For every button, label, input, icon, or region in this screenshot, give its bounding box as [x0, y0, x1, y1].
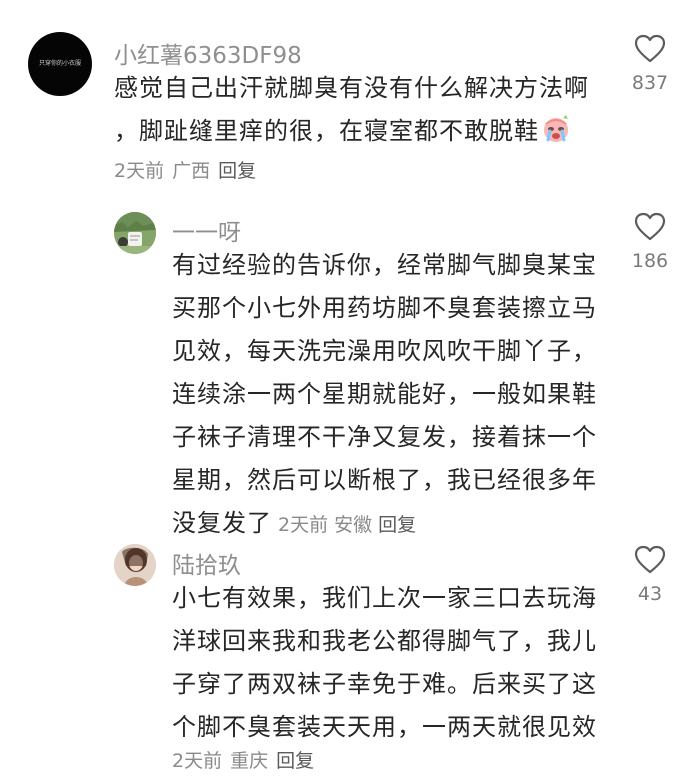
- comment-meta: 2天前 广西 回复: [114, 156, 264, 183]
- comment-text-line: 买那个小七外用药坊脚不臭套装擦立马: [172, 294, 597, 322]
- avatar[interactable]: [114, 212, 156, 254]
- comment-text-line: ，脚趾缝里痒的很，在寝室都不敢脱鞋: [114, 117, 539, 145]
- comment-text: 感觉自己出汗就脚臭有没有什么解决方法啊 ，脚趾缝里痒的很，在寝室都不敢脱鞋: [114, 67, 589, 153]
- like-count: 186: [631, 250, 669, 272]
- like-button[interactable]: 186: [620, 212, 680, 272]
- reply-button[interactable]: 回复: [218, 160, 256, 182]
- username[interactable]: 陆拾玖: [172, 546, 241, 580]
- comment-time: 2天前: [172, 750, 223, 772]
- like-button[interactable]: 43: [620, 545, 680, 605]
- avatar-image: [114, 544, 156, 586]
- avatar-text: 只穿你的小衣服: [38, 60, 81, 67]
- avatar[interactable]: [114, 544, 156, 586]
- comment-text-line: 个脚不臭套装天天用，一两天就很见效: [172, 713, 597, 741]
- comment-text-line: 子袜子清理不干净又复发，接着抹一个: [172, 423, 597, 451]
- avatar-image: [114, 212, 156, 254]
- comment-text-line: 有过经验的告诉你，经常脚气脚臭某宝: [172, 251, 597, 279]
- comment-meta: 2天前 安徽 回复: [278, 514, 422, 536]
- comment-text-line: 连续涂一两个星期就能好，一般如果鞋: [172, 380, 597, 408]
- comment-text-line: 子穿了两双袜子幸免于难。后来买了这: [172, 670, 597, 698]
- comment-location: 安徽: [334, 514, 373, 536]
- like-count: 837: [631, 72, 669, 94]
- comment-text: 小七有效果，我们上次一家三口去玩海 洋球回来我和我老公都得脚气了，我儿 子穿了两…: [172, 577, 597, 749]
- like-button[interactable]: 837: [620, 34, 680, 94]
- comment-meta: 2天前 重庆 回复: [172, 746, 322, 773]
- crying-face-emoji-icon: [544, 115, 568, 142]
- username[interactable]: 小红薯6363DF98: [114, 36, 302, 70]
- comment-text-line: 星期，然后可以断根了，我已经很多年: [172, 466, 597, 494]
- comment-text: 有过经验的告诉你，经常脚气脚臭某宝 买那个小七外用药坊脚不臭套装擦立马 见效，每…: [172, 244, 597, 547]
- comment-time: 2天前: [278, 514, 329, 536]
- heart-icon: [634, 34, 666, 63]
- comment-text-line: 小七有效果，我们上次一家三口去玩海: [172, 584, 597, 612]
- reply-button[interactable]: 回复: [378, 514, 416, 536]
- username[interactable]: 一一呀: [172, 213, 241, 247]
- comment-text-line: 洋球回来我和我老公都得脚气了，我儿: [172, 627, 597, 655]
- comment-location: 重庆: [230, 750, 269, 772]
- reply-button[interactable]: 回复: [276, 750, 314, 772]
- heart-icon: [634, 545, 666, 574]
- heart-icon: [634, 212, 666, 241]
- avatar[interactable]: 只穿你的小衣服: [28, 32, 92, 96]
- comment-text-line: 见效，每天洗完澡用吹风吹干脚丫子，: [172, 337, 597, 365]
- comment-text-line: 没复发了: [172, 509, 272, 537]
- like-count: 43: [637, 583, 663, 605]
- comment-time: 2天前: [114, 160, 165, 182]
- comment-text-line: 感觉自己出汗就脚臭有没有什么解决方法啊: [114, 74, 589, 102]
- comment-location: 广西: [172, 160, 211, 182]
